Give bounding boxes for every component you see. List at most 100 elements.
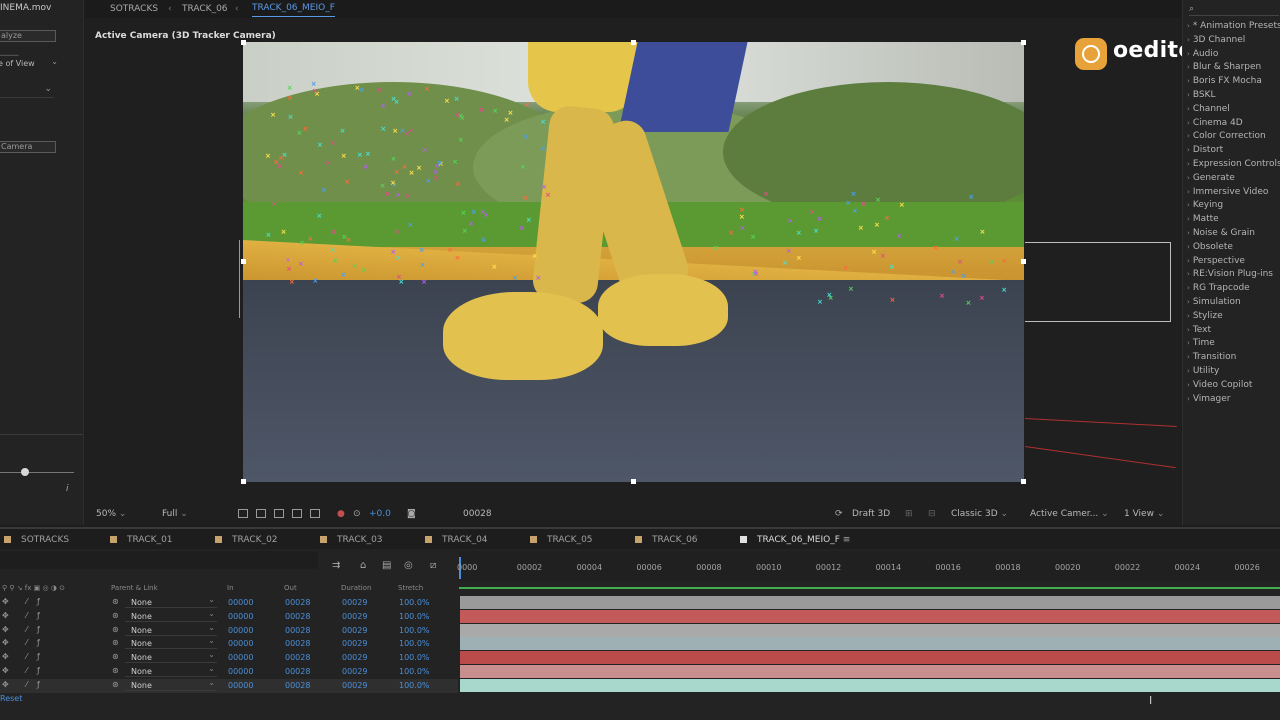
color-channel-icon[interactable]: ● xyxy=(337,509,345,519)
track-point[interactable]: × xyxy=(871,248,877,255)
transparency-icon[interactable] xyxy=(292,509,302,518)
effect-category-item[interactable]: › Audio xyxy=(1187,49,1280,59)
track-point[interactable]: × xyxy=(796,229,802,236)
layer-stretch-value[interactable]: 100.0% xyxy=(399,626,430,635)
track-point[interactable]: × xyxy=(299,239,305,246)
layer-in-value[interactable]: 00000 xyxy=(228,681,253,690)
info-icon[interactable]: i xyxy=(66,484,69,494)
pickwhip-icon[interactable]: ⊛ xyxy=(112,638,119,647)
edge-handle[interactable] xyxy=(631,479,636,484)
track-point[interactable]: × xyxy=(444,98,450,105)
effect-icon[interactable]: ƒ xyxy=(37,680,40,689)
layer-stretch-value[interactable]: 100.0% xyxy=(399,598,430,607)
layer-stretch-value[interactable]: 100.0% xyxy=(399,681,430,690)
track-point[interactable]: × xyxy=(405,193,411,200)
effect-category-item[interactable]: › Channel xyxy=(1187,104,1280,114)
layer-in-value[interactable]: 00000 xyxy=(228,653,253,662)
slider-thumb[interactable] xyxy=(21,468,29,476)
track-point[interactable]: × xyxy=(287,94,293,101)
track-point[interactable]: × xyxy=(341,152,347,159)
track-point[interactable]: × xyxy=(321,186,327,193)
shy-icon[interactable]: ⁄ xyxy=(26,652,27,661)
track-point[interactable]: × xyxy=(419,247,425,254)
track-point[interactable]: × xyxy=(491,263,497,270)
track-point[interactable]: × xyxy=(398,279,404,286)
track-point[interactable]: × xyxy=(526,216,532,223)
track-point[interactable]: × xyxy=(460,210,466,217)
track-point[interactable]: × xyxy=(852,208,858,215)
pickwhip-icon[interactable]: ⊛ xyxy=(112,597,119,606)
track-point[interactable]: × xyxy=(813,227,819,234)
track-point[interactable]: × xyxy=(989,259,995,266)
track-point[interactable]: × xyxy=(492,108,498,115)
ground-plane-icon[interactable]: ⊟ xyxy=(928,509,936,519)
track-point[interactable]: × xyxy=(817,298,823,305)
track-point[interactable]: × xyxy=(817,216,823,223)
layer-duration-value[interactable]: 00029 xyxy=(342,612,367,621)
resolution-dropdown[interactable]: Full xyxy=(162,509,188,519)
track-point[interactable]: × xyxy=(289,279,295,286)
shot-type-dropdown[interactable]: e of View xyxy=(0,56,60,70)
track-point[interactable]: × xyxy=(851,191,857,198)
track-point[interactable]: × xyxy=(462,228,468,235)
track-point[interactable]: × xyxy=(385,191,391,198)
layer-duration-value[interactable]: 00029 xyxy=(342,598,367,607)
shy-icon[interactable]: ⁄ xyxy=(26,638,27,647)
pickwhip-icon[interactable]: ⊛ xyxy=(112,666,119,675)
effect-category-item[interactable]: › Utility xyxy=(1187,366,1280,376)
layer-duration-value[interactable]: 00029 xyxy=(342,653,367,662)
layer-bar[interactable] xyxy=(460,651,1280,665)
track-point[interactable]: × xyxy=(437,160,443,167)
renderer-dropdown[interactable]: Classic 3D xyxy=(951,509,1008,519)
layer-bar[interactable] xyxy=(460,609,1280,623)
effect-category-item[interactable]: › Cinema 4D xyxy=(1187,118,1280,128)
effect-category-item[interactable]: › Vimager xyxy=(1187,394,1280,404)
track-point[interactable]: × xyxy=(281,229,287,236)
track-point[interactable]: × xyxy=(860,201,866,208)
track-point[interactable]: × xyxy=(265,232,271,239)
track-point[interactable]: × xyxy=(454,96,460,103)
track-point[interactable]: × xyxy=(298,169,304,176)
layer-in-value[interactable]: 00000 xyxy=(228,639,253,648)
track-point[interactable]: × xyxy=(454,254,460,261)
move-icon[interactable]: ✥ xyxy=(2,625,9,634)
effect-category-item[interactable]: › Perspective xyxy=(1187,256,1280,266)
track-point[interactable]: × xyxy=(424,85,430,92)
analyze-button[interactable]: alyze xyxy=(0,30,56,42)
track-point[interactable]: × xyxy=(480,209,486,216)
track-point[interactable]: × xyxy=(532,253,538,260)
motion-blur-icon[interactable]: ◎ xyxy=(404,560,413,571)
move-icon[interactable]: ✥ xyxy=(2,680,9,689)
effect-category-item[interactable]: › Simulation xyxy=(1187,297,1280,307)
effect-category-item[interactable]: › Generate xyxy=(1187,173,1280,183)
panel-menu-icon[interactable]: ≡ xyxy=(840,535,851,545)
layer-out-value[interactable]: 00028 xyxy=(285,598,310,607)
layer-duration-value[interactable]: 00029 xyxy=(342,639,367,648)
track-point[interactable]: × xyxy=(287,85,293,92)
track-point[interactable]: × xyxy=(523,133,529,140)
effect-category-item[interactable]: › Blur & Sharpen xyxy=(1187,62,1280,72)
track-point[interactable]: × xyxy=(1001,287,1007,294)
track-point[interactable]: × xyxy=(407,221,413,228)
track-point[interactable]: × xyxy=(361,267,367,274)
track-point[interactable]: × xyxy=(302,125,308,132)
timeline-tab[interactable]: TRACK_04 xyxy=(425,535,488,545)
track-point[interactable]: × xyxy=(540,118,546,125)
draft-icon[interactable]: ⌂ xyxy=(360,560,366,571)
track-point[interactable]: × xyxy=(728,229,734,236)
track-point[interactable]: × xyxy=(753,268,759,275)
track-point[interactable]: × xyxy=(1001,258,1007,265)
layer-in-value[interactable]: 00000 xyxy=(228,667,253,676)
track-point[interactable]: × xyxy=(298,260,304,267)
track-point[interactable]: × xyxy=(288,113,294,120)
track-point[interactable]: × xyxy=(340,128,346,135)
track-point[interactable]: × xyxy=(365,151,371,158)
track-point[interactable]: × xyxy=(843,264,849,271)
exposure-value[interactable]: +0.0 xyxy=(369,509,391,519)
track-point[interactable]: × xyxy=(330,247,336,254)
corner-handle[interactable] xyxy=(241,40,246,45)
draft-3d-toggle[interactable]: Draft 3D xyxy=(852,509,890,519)
layer-in-value[interactable]: 00000 xyxy=(228,612,253,621)
track-point[interactable]: × xyxy=(420,262,426,269)
layer-stretch-value[interactable]: 100.0% xyxy=(399,612,430,621)
